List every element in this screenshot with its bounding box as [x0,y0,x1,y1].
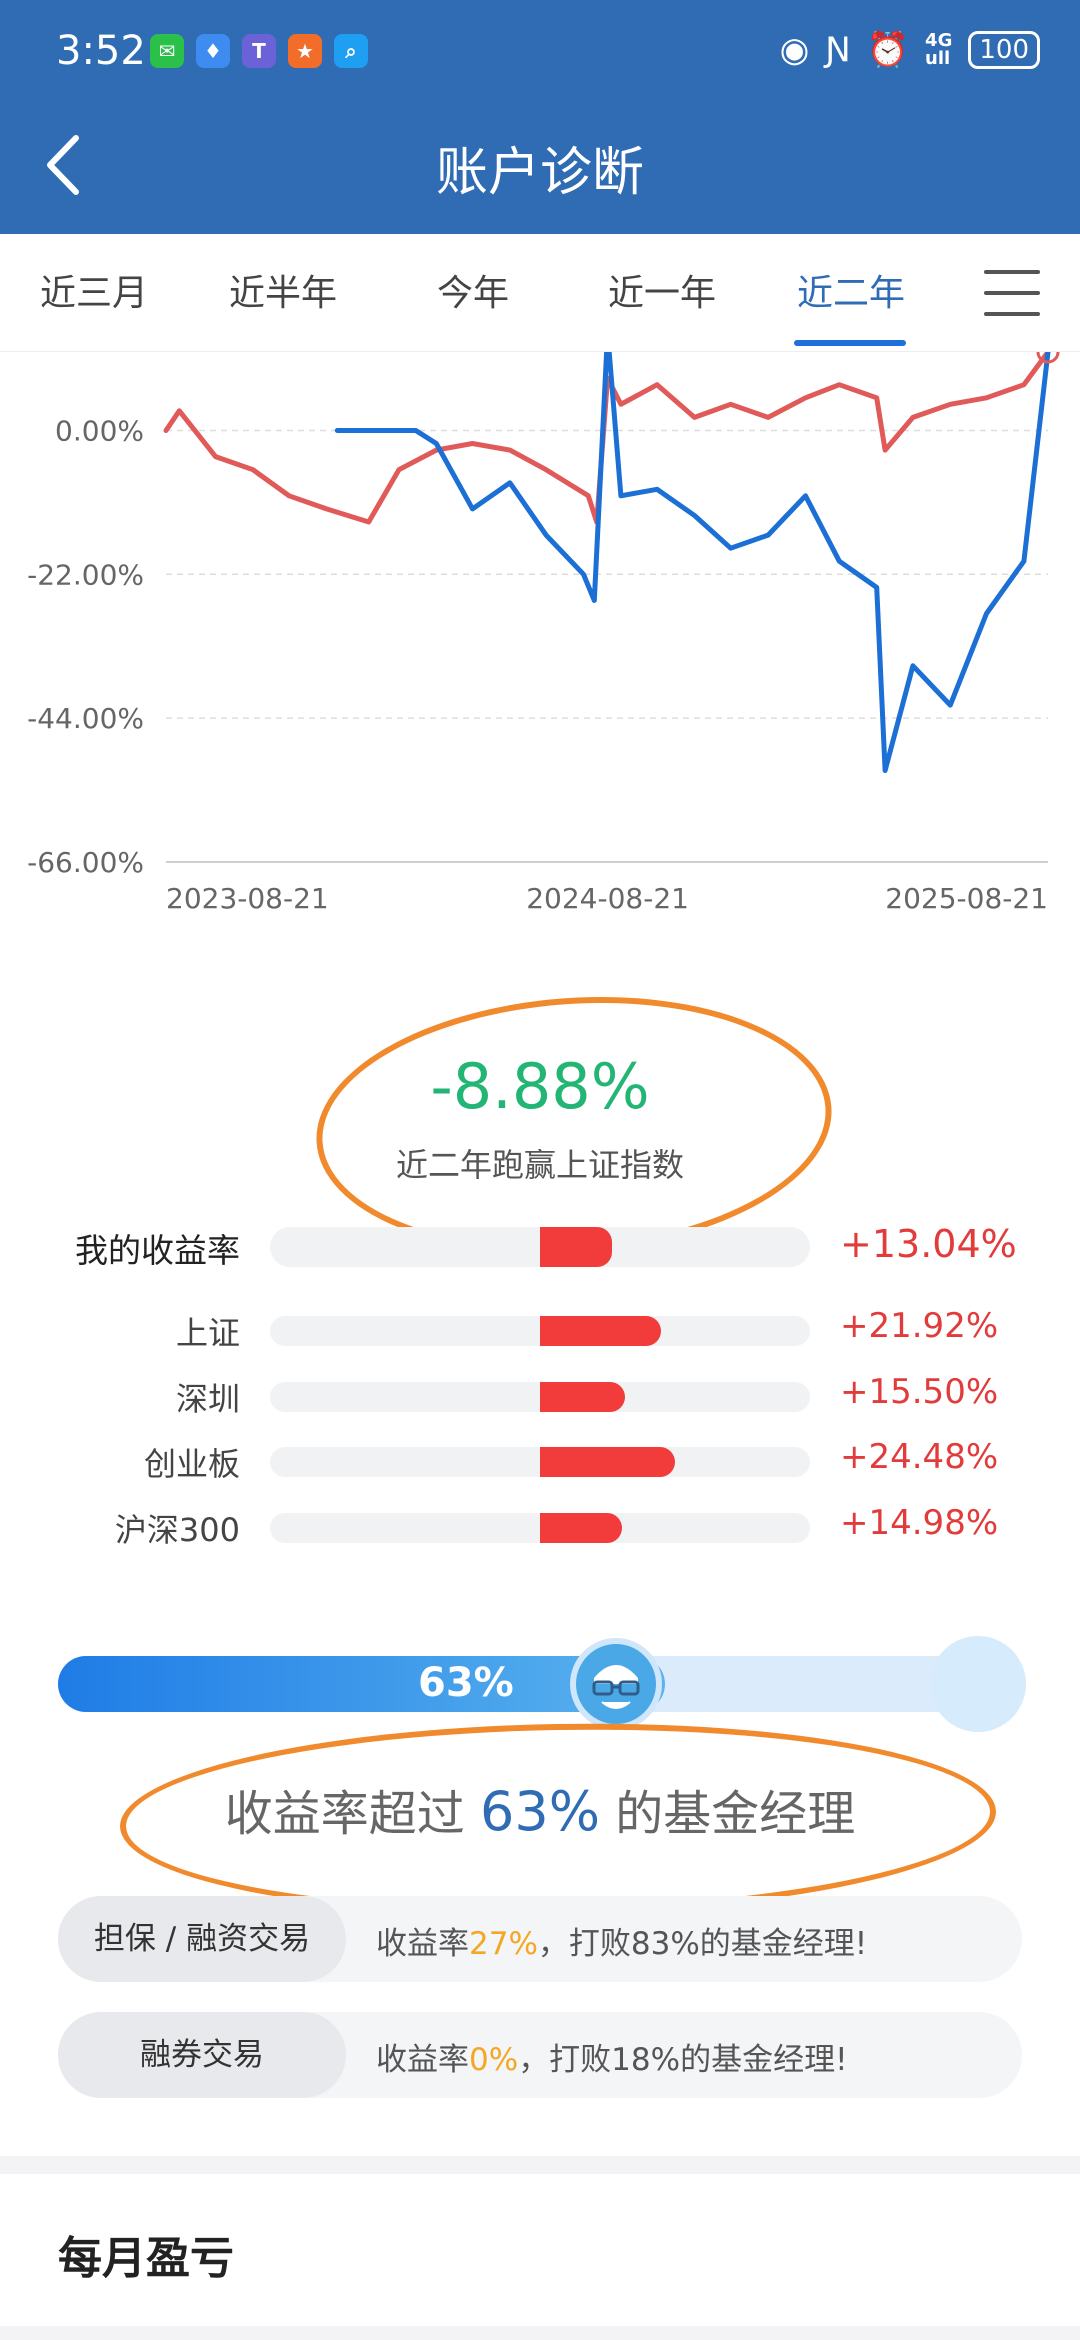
tab-6-months[interactable]: 近半年 [188,264,378,316]
x-tick-label: 2024-08-21 [526,882,689,915]
bottom-divider [0,2326,1080,2340]
comparison-bar [540,1513,623,1543]
comparison-bar [540,1316,661,1346]
battery-indicator: 100 [968,31,1040,69]
y-tick-label: -44.00% [27,702,144,735]
app-header: 3:52 ✉ ♦ T ★ ⌕ ◉ Ɲ ⏰ 4G ull 100 账户诊断 [0,0,1080,234]
comparison-label: 深圳 [175,1380,240,1418]
app-orange-icon: ★ [288,34,322,68]
chart-grid [166,429,1048,863]
chart-series [163,352,1060,773]
comparison-label: 我的收益率 [75,1231,240,1270]
nfc-icon: Ɲ [825,30,851,70]
y-tick-label: 0.00% [55,414,144,447]
shield-icon: ♦ [196,34,230,68]
monthly-pnl-title: 每月盈亏 [58,2233,234,2284]
percentile-bar-label: 63% [418,1660,514,1706]
comparison-bar [540,1382,626,1412]
y-tick-label: -22.00% [27,558,144,591]
short-selling-text: 收益率0%，打败18%的基金经理! [376,2034,848,2079]
comparison-label: 创业板 [143,1445,240,1483]
section-divider [0,2156,1080,2174]
wechat-icon: ✉ [150,34,184,68]
margin-trading-text: 收益率27%，打败83%的基金经理! [376,1918,867,1963]
tab-this-year[interactable]: 今年 [378,264,568,316]
comparison-value: +15.50% [840,1372,999,1412]
margin-trading-text-a: 收益率 [376,1926,469,1962]
tab-1-year[interactable]: 近一年 [567,264,757,316]
comparison-value: +13.04% [840,1222,1017,1266]
short-selling-rate: 0% [469,2042,519,2078]
percentile-bar [58,1656,1022,1712]
hand-drawn-circle [118,1716,998,1922]
network-indicator: 4G ull [925,32,952,68]
margin-trading-tag: 担保 / 融资交易 [58,1896,346,1982]
tab-2-years[interactable]: 近二年 [756,264,946,316]
period-tabs: 近三月 近半年 今年 近一年 近二年 [0,234,1080,352]
comparison-value: +24.48% [840,1437,999,1477]
chart-x-ticks: 2023-08-21 2024-08-21 2025-08-21 [166,882,1048,915]
margin-trading-text-b: ，打败83%的基金经理! [537,1926,868,1962]
x-tick-label: 2023-08-21 [166,882,329,915]
short-selling-row: 融券交易 收益率0%，打败18%的基金经理! [58,2012,1022,2098]
teams-icon: T [242,34,276,68]
short-selling-text-b: ，打败18%的基金经理! [518,2042,848,2078]
comparison-bar [540,1447,675,1477]
status-app-icons: ✉ ♦ T ★ ⌕ [150,34,368,68]
menu-icon[interactable] [984,270,1040,316]
screen: 3:52 ✉ ♦ T ★ ⌕ ◉ Ɲ ⏰ 4G ull 100 账户诊断 近三月… [0,0,1080,2340]
status-indicators: ◉ Ɲ ⏰ 4G ull 100 [780,30,1040,70]
search-app-icon: ⌕ [334,34,368,68]
status-time: 3:52 [56,28,146,74]
signal-bars-icon: ull [925,48,951,69]
x-tick-label: 2025-08-21 [885,882,1048,915]
margin-trading-rate: 27% [469,1926,538,1962]
comparison-bar [540,1227,612,1267]
margin-trading-row: 担保 / 融资交易 收益率27%，打败83%的基金经理! [58,1896,1022,1982]
eye-icon: ◉ [779,30,810,70]
chart-y-ticks: 0.00% -22.00% -44.00% -66.00% [27,414,144,879]
return-chart: 0.00%-22.00%-44.00%-66.00% 2023-08-21 202… [27,352,1060,915]
alarm-icon: ⏰ [866,30,910,70]
y-tick-label: -66.00% [27,846,144,879]
percentile-bar-end [930,1636,1026,1732]
manager-glasses-icon [570,1638,662,1730]
comparison-value: +14.98% [840,1503,999,1543]
tab-3-months[interactable]: 近三月 [0,264,189,316]
comparison-label: 上证 [175,1314,240,1352]
comparison-label: 沪深300 [114,1511,240,1549]
comparison-value: +21.92% [840,1306,999,1346]
short-selling-text-a: 收益率 [376,2042,469,2078]
short-selling-tag: 融券交易 [58,2012,346,2098]
active-tab-indicator [794,340,906,346]
page-title: 账户诊断 [435,143,644,203]
